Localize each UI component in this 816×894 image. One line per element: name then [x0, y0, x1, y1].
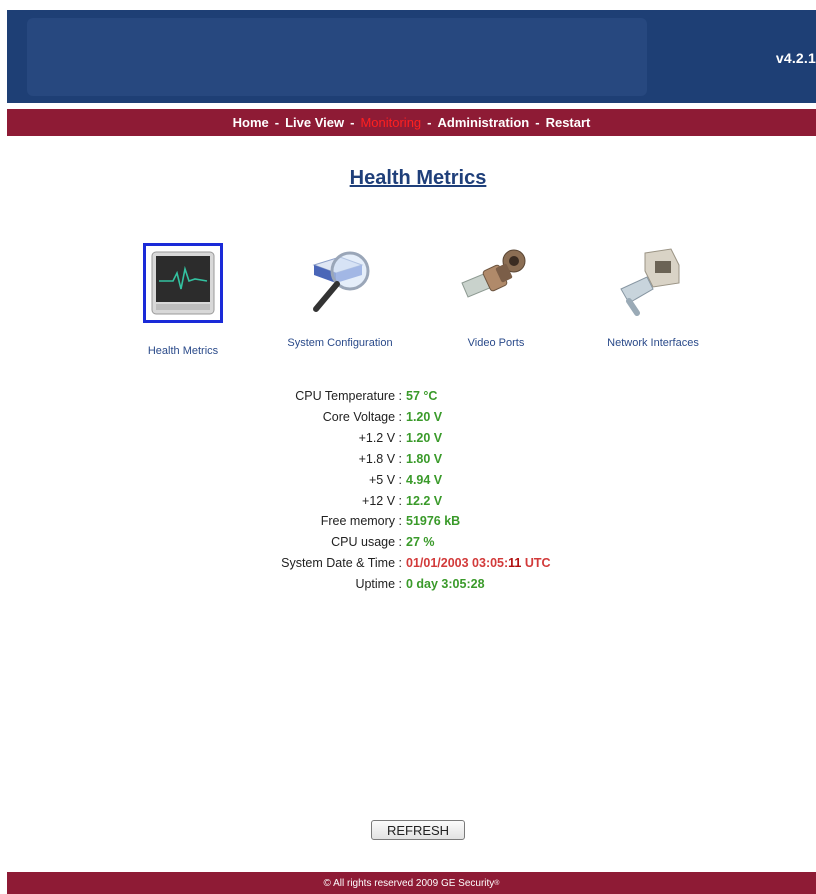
metric-row: System Date & Time : 01/01/2003 03:05:11…	[200, 553, 600, 574]
metric-row: Free memory : 51976 kB	[200, 511, 600, 532]
top-strip	[0, 0, 816, 10]
main-nav: Home - Live View - Monitoring - Administ…	[7, 109, 816, 136]
nav-home[interactable]: Home	[233, 115, 269, 130]
metric-label: CPU Temperature :	[295, 389, 402, 403]
footer-copyright: © All rights reserved 2009 GE Security	[323, 877, 495, 889]
tile-label: System Configuration	[287, 337, 393, 349]
nav-live-view[interactable]: Live View	[285, 115, 344, 130]
page-title: Health Metrics	[349, 167, 487, 189]
metric-value: 12.2 V	[406, 493, 443, 508]
datetime-date: 01/01/2003 03:05:	[406, 556, 509, 571]
metric-label: Core Voltage :	[322, 409, 402, 424]
heartbeat-monitor-icon	[143, 243, 223, 323]
metric-row: CPU usage : 27 %	[200, 532, 600, 553]
datetime-timezone: UTC	[521, 556, 551, 571]
metric-value: 1.20 V	[406, 409, 443, 424]
metric-label: Free memory :	[320, 514, 402, 529]
metric-row: CPU Temperature : 57 °C	[200, 386, 600, 407]
metric-label: Uptime :	[355, 577, 402, 592]
tile-label: Network Interfaces	[607, 337, 699, 349]
metric-value: 4.94 V	[406, 472, 443, 487]
metric-value: 27 %	[406, 535, 435, 550]
metric-row: +5 V : 4.94 V	[200, 470, 600, 491]
rj45-ethernet-icon	[620, 248, 680, 316]
metric-value: 0 day 3:05:28	[406, 577, 485, 592]
metric-label: +1.8 V :	[358, 451, 402, 466]
metric-value: 1.80 V	[406, 451, 443, 466]
metric-label: CPU usage :	[331, 535, 402, 550]
metric-row: +12 V : 12.2 V	[200, 491, 600, 512]
datetime-seconds: 11	[508, 556, 522, 571]
metric-value: 51976 kB	[406, 514, 461, 529]
tile-system-configuration[interactable]: System Configuration	[275, 243, 405, 349]
nav-administration[interactable]: Administration	[438, 115, 530, 130]
metric-label: +1.2 V :	[358, 430, 402, 445]
tile-label: Health Metrics	[147, 345, 219, 357]
nav-separator: -	[274, 115, 280, 130]
metric-row: +1.2 V : 1.20 V	[200, 428, 600, 449]
version-label: v4.2.1	[775, 50, 816, 66]
metric-value: 1.20 V	[406, 430, 443, 445]
metric-value: 57 °C	[406, 389, 438, 403]
nav-monitoring[interactable]: Monitoring	[360, 115, 421, 130]
health-metrics-table: CPU Temperature : 57 °C Core Voltage : 1…	[200, 386, 600, 595]
tile-network-interfaces[interactable]: Network Interfaces	[587, 243, 719, 349]
metric-row: Uptime : 0 day 3:05:28	[200, 574, 600, 595]
bnc-connector-icon	[461, 249, 526, 298]
metric-row: Core Voltage : 1.20 V	[200, 407, 600, 428]
nav-separator: -	[427, 115, 432, 130]
tile-health-metrics[interactable]: Health Metrics	[118, 243, 248, 357]
metric-label: +12 V :	[362, 493, 402, 508]
header-logo-area	[27, 18, 647, 96]
magnifier-device-icon	[312, 251, 370, 312]
nav-restart[interactable]: Restart	[546, 115, 591, 130]
tile-label: Video Ports	[467, 337, 525, 349]
metric-value-datetime: 01/01/2003 03:05:11 UTC	[406, 553, 551, 574]
tile-video-ports[interactable]: Video Ports	[431, 243, 561, 349]
metric-label: System Date & Time :	[281, 556, 402, 571]
metric-label: +5 V :	[368, 472, 402, 487]
nav-separator: -	[535, 115, 540, 130]
header-banner: v4.2.1	[7, 10, 816, 103]
footer: © All rights reserved 2009 GE Security ®	[7, 872, 816, 894]
registered-mark: ®	[494, 879, 500, 887]
nav-separator: -	[350, 115, 355, 130]
metric-row: +1.8 V : 1.80 V	[200, 449, 600, 470]
refresh-button[interactable]: REFRESH	[371, 820, 465, 840]
